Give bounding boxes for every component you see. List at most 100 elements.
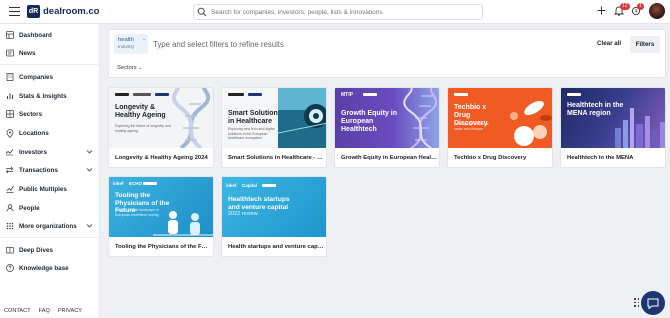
cover-title: Healthtech startups and venture capital <box>228 196 290 211</box>
privacy-link[interactable]: PRIVACY <box>58 308 82 314</box>
search-icon <box>197 7 207 17</box>
dealroom-logo <box>155 93 169 96</box>
partner-logo: Capital <box>242 183 258 188</box>
report-card[interactable]: Smart Solutions in Healthcare Exploring … <box>221 87 327 168</box>
dealroom-logo <box>262 184 276 187</box>
cover-subtitle: Exploring the future of longevity and he… <box>115 124 171 133</box>
filter-input[interactable]: Type and select filters to refine result… <box>153 40 284 49</box>
sidebar-item-knowledge-base[interactable]: Knowledge base <box>0 260 100 276</box>
search-bar[interactable] <box>193 4 483 20</box>
sidebar: Dashboard News Companies Stats & Insight… <box>0 24 100 318</box>
report-cover: inkef ECHO Tooling the Physicians of the… <box>109 177 213 237</box>
sidebar-item-label: Locations <box>19 129 49 137</box>
chevron-down-icon[interactable] <box>86 148 93 155</box>
location-icon <box>5 128 14 138</box>
dealroom-logo <box>454 93 468 96</box>
sidebar-item-label: Public Multiples <box>19 185 67 193</box>
sidebar-item-locations[interactable]: Locations <box>0 125 100 141</box>
updates-badge: 1 <box>637 3 644 10</box>
sidebar-item-label: News <box>19 49 36 57</box>
top-bar: dR dealroom.co 12 1 <box>0 0 670 24</box>
sidebar-item-public-multiples[interactable]: Public Multiples <box>0 181 100 197</box>
cover-subtitle: Developing new drugs faster and cheaper <box>454 122 489 131</box>
sidebar-item-label: Transactions <box>19 166 58 174</box>
sidebar-item-investors[interactable]: Investors <box>0 144 100 160</box>
dashboard-icon <box>5 31 14 40</box>
report-cover: Techbio x Drug Discovery Developing new … <box>448 88 552 148</box>
logo[interactable]: dR dealroom.co <box>27 5 100 18</box>
contact-link[interactable]: CONTACT <box>4 308 31 314</box>
card-title: Healthtech in the MENA <box>567 155 634 161</box>
partner-logo: MTIP <box>341 92 353 98</box>
report-card[interactable]: inkef Capital Healthtech startups and ve… <box>221 176 327 257</box>
partner-logo: ECHO <box>129 181 143 186</box>
cover-title: Smart Solutions in Healthcare <box>228 110 282 126</box>
report-card[interactable]: Healthtech in the MENA region Healthtech… <box>560 87 666 168</box>
cover-title: Growth Equity in European Healthtech <box>341 110 397 134</box>
faq-link[interactable]: FAQ <box>39 308 50 314</box>
sidebar-item-stats[interactable]: Stats & Insights <box>0 88 100 104</box>
chevron-down-icon[interactable] <box>86 166 93 173</box>
sidebar-item-transactions[interactable]: Transactions <box>0 162 100 178</box>
chat-button[interactable] <box>641 291 665 315</box>
notification-badge: 12 <box>620 3 630 10</box>
sidebar-item-label: Dashboard <box>19 31 52 39</box>
filter-panel: health Industry ⌄ Type and select filter… <box>108 29 666 78</box>
filter-tag[interactable]: health Industry ⌄ <box>114 34 148 54</box>
report-cover: MTIP Growth Equity in European Healthtec… <box>335 88 439 148</box>
chevron-down-icon[interactable]: ⌄ <box>142 36 146 42</box>
sectors-label: Sectors <box>117 65 137 71</box>
chevron-down-icon: ⌄ <box>136 65 143 71</box>
report-cover: Smart Solutions in Healthcare Exploring … <box>222 88 326 148</box>
sidebar-item-dashboard[interactable]: Dashboard <box>0 27 100 43</box>
partner-logo <box>228 93 244 96</box>
card-title: Smart Solutions in Healthcare - E... <box>228 155 324 161</box>
sidebar-item-label: Knowledge base <box>19 264 69 272</box>
chevron-down-icon[interactable] <box>86 222 93 229</box>
more-organizations-icon <box>5 222 14 231</box>
avatar[interactable] <box>649 3 665 19</box>
sidebar-item-deep-dives[interactable]: Deep Dives <box>0 242 100 258</box>
sidebar-item-label: Deep Dives <box>19 246 53 254</box>
dealroom-logo <box>248 93 262 96</box>
report-cover: inkef Capital Healthtech startups and ve… <box>222 177 326 237</box>
sidebar-item-sectors[interactable]: Sectors <box>0 106 100 122</box>
apps-grid-icon[interactable] <box>634 298 640 307</box>
people-illustration <box>153 211 213 236</box>
report-cover: Healthtech in the MENA region <box>561 88 665 148</box>
partner-logo: inkef <box>113 181 124 186</box>
report-card[interactable]: Longevity & Healthy Ageing Exploring the… <box>108 87 214 168</box>
card-title: Longevity & Healthy Ageing 2024 <box>115 155 208 161</box>
card-title: Health startups and venture capit... <box>228 244 324 250</box>
sidebar-item-news[interactable]: News <box>0 45 100 61</box>
partner-logo <box>115 93 129 96</box>
deep-dives-icon <box>5 246 14 255</box>
investors-icon <box>5 148 14 157</box>
lens-illustration <box>278 88 326 148</box>
search-input[interactable] <box>211 6 471 18</box>
report-cover: Longevity & Healthy Ageing Exploring the… <box>109 88 213 148</box>
dealroom-logo <box>567 93 581 96</box>
sidebar-item-companies[interactable]: Companies <box>0 69 100 85</box>
sidebar-item-people[interactable]: People <box>0 200 100 216</box>
report-card[interactable]: Techbio x Drug Discovery Developing new … <box>447 87 553 168</box>
sidebar-item-label: Sectors <box>19 110 43 118</box>
sectors-dropdown[interactable]: Sectors ⌄ <box>117 65 142 71</box>
sidebar-item-more-organizations[interactable]: More organizations <box>0 218 100 234</box>
brand-name: dealroom.co <box>43 6 100 17</box>
chat-icon <box>647 298 659 309</box>
clear-all-button[interactable]: Clear all <box>597 40 621 47</box>
dealroom-logo <box>143 182 157 185</box>
cover-title: Longevity & Healthy Ageing <box>115 104 166 120</box>
cover-subtitle: Exploring new tech and digital solutions… <box>228 127 275 141</box>
sidebar-item-label: Companies <box>19 73 53 81</box>
filters-button[interactable]: Filters <box>630 36 660 53</box>
sidebar-item-label: People <box>19 204 40 212</box>
plus-icon[interactable] <box>597 6 606 15</box>
report-card[interactable]: MTIP Growth Equity in European Healthtec… <box>334 87 440 168</box>
report-card[interactable]: inkef ECHO Tooling the Physicians of the… <box>108 176 214 257</box>
sidebar-item-label: Investors <box>19 148 47 156</box>
sidebar-item-label: More organizations <box>19 222 77 230</box>
menu-icon[interactable] <box>9 7 20 17</box>
sidebar-divider <box>0 64 100 65</box>
